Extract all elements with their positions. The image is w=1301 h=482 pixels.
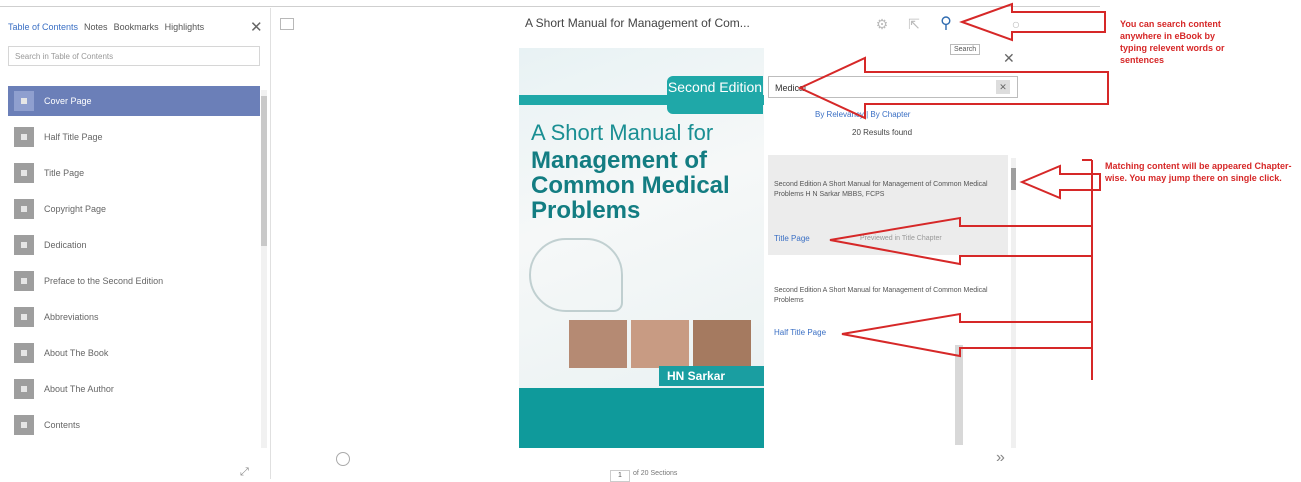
sidebar-toggle-icon[interactable] xyxy=(280,18,294,30)
sort-options[interactable]: By Relevancy | By Chapter xyxy=(815,110,910,119)
stethoscope-illustration xyxy=(529,238,623,312)
settings-icon[interactable]: ⚙ xyxy=(874,16,890,32)
cover-author: HN Sarkar xyxy=(659,366,764,386)
search-icon[interactable]: ⚲ xyxy=(938,16,954,32)
arrow-to-result xyxy=(1019,164,1101,200)
cover-title: Management of Common Medical Problems xyxy=(531,147,730,224)
annotation-search-note: You can search content anywhere in eBook… xyxy=(1120,19,1225,65)
expand-icon[interactable]: ⤢ xyxy=(240,466,249,479)
cover-photo xyxy=(631,320,689,368)
toc-item-label: Half Title Page xyxy=(44,132,103,142)
page-thumbnail-icon xyxy=(14,271,34,291)
cover-photo xyxy=(693,320,751,368)
annotation-match-note: Matching content will be appeared Chapte… xyxy=(1105,161,1292,183)
toc-item-label: About The Author xyxy=(44,384,114,394)
results-count: 20 Results found xyxy=(852,128,913,137)
search-tooltip: Search xyxy=(950,44,981,55)
page-thumbnail-icon xyxy=(14,415,34,435)
tab-bookmarks[interactable]: Bookmarks xyxy=(114,22,159,32)
result-snippet: Second Edition A Short Manual for Manage… xyxy=(774,181,988,198)
toc-item-label: Preface to the Second Edition xyxy=(44,276,164,286)
page-thumbnail-icon xyxy=(14,379,34,399)
cover-photos xyxy=(569,320,751,368)
toc-sidebar: Table of Contents Notes Bookmarks Highli… xyxy=(0,8,270,479)
toc-item-contents[interactable]: Contents xyxy=(8,410,260,440)
result-location: Previewed in Title Chapter xyxy=(860,235,942,242)
toc-item-label: Title Page xyxy=(44,168,85,178)
page-thumbnail-icon xyxy=(14,127,34,147)
result-link-half-title-page[interactable]: Half Title Page xyxy=(774,328,826,337)
toc-search-input[interactable]: Search in Table of Contents xyxy=(8,46,260,66)
tab-notes[interactable]: Notes xyxy=(84,22,108,32)
clear-search-icon[interactable]: ✕ xyxy=(996,80,1010,94)
toc-item-title-page[interactable]: Title Page xyxy=(8,158,260,188)
toc-item-label: Contents xyxy=(44,420,81,430)
top-border xyxy=(0,6,1100,7)
page-thumbnail-icon xyxy=(14,343,34,363)
page-thumbnail-icon xyxy=(14,199,34,219)
info-icon[interactable]: ○ xyxy=(1008,16,1024,32)
previous-page-button[interactable] xyxy=(336,452,350,466)
toc-item-label: Copyright Page xyxy=(44,204,107,214)
toc-item-dedication[interactable]: Dedication xyxy=(8,230,260,260)
toc-item-label: Abbreviations xyxy=(44,312,99,322)
toc-item-cover-page[interactable]: Cover Page xyxy=(8,86,260,116)
cover-bottom-band xyxy=(519,388,764,448)
toc-item-about-book[interactable]: About The Book xyxy=(8,338,260,368)
toc-scrollbar-thumb[interactable] xyxy=(261,96,267,246)
toc-item-label: Dedication xyxy=(44,240,87,250)
page-thumbnail-icon xyxy=(14,163,34,183)
cover-photo xyxy=(569,320,627,368)
page-thumbnail-icon xyxy=(14,91,34,111)
search-input[interactable]: Medical xyxy=(768,76,1018,98)
book-cover-page: Second Edition A Short Manual for Manage… xyxy=(519,48,764,448)
page-thumbnail-icon xyxy=(14,307,34,327)
toc-item-label: Cover Page xyxy=(44,96,92,106)
tab-highlights[interactable]: Highlights xyxy=(165,22,205,32)
result-link-title-page[interactable]: Title Page xyxy=(774,234,810,243)
arrow-to-search-icon xyxy=(959,2,1106,42)
result-snippet: Second Edition A Short Manual for Manage… xyxy=(774,287,988,304)
toc-item-half-title[interactable]: Half Title Page xyxy=(8,122,260,152)
page-number-input[interactable]: 1 xyxy=(610,470,630,482)
export-icon[interactable]: ⇱ xyxy=(906,16,922,32)
results-scrollbar-track[interactable] xyxy=(1011,158,1016,448)
toc-item-copyright[interactable]: Copyright Page xyxy=(8,194,260,224)
sidebar-divider xyxy=(270,8,271,479)
sidebar-tabs: Table of Contents Notes Bookmarks Highli… xyxy=(8,22,204,32)
tab-table-of-contents[interactable]: Table of Contents xyxy=(8,22,78,32)
page-thumbnail-icon xyxy=(14,235,34,255)
edition-badge: Second Edition xyxy=(667,76,763,114)
results-scrollbar-thumb[interactable] xyxy=(1011,168,1016,190)
results-scroll-strip xyxy=(955,345,963,445)
toc-item-label: About The Book xyxy=(44,348,109,358)
toc-item-about-author[interactable]: About The Author xyxy=(8,374,260,404)
cover-subtitle: A Short Manual for xyxy=(531,120,714,145)
search-close-icon[interactable]: ✕ xyxy=(1003,50,1015,67)
next-page-icon[interactable]: » xyxy=(996,449,1005,467)
book-title: A Short Manual for Management of Com... xyxy=(525,16,750,30)
toc-item-preface[interactable]: Preface to the Second Edition xyxy=(8,266,260,296)
toc-item-abbreviations[interactable]: Abbreviations xyxy=(8,302,260,332)
page-count: of 20 Sections xyxy=(633,470,678,477)
close-icon[interactable]: ✕ xyxy=(250,18,263,36)
arrow-to-half-title-page xyxy=(841,312,1093,358)
